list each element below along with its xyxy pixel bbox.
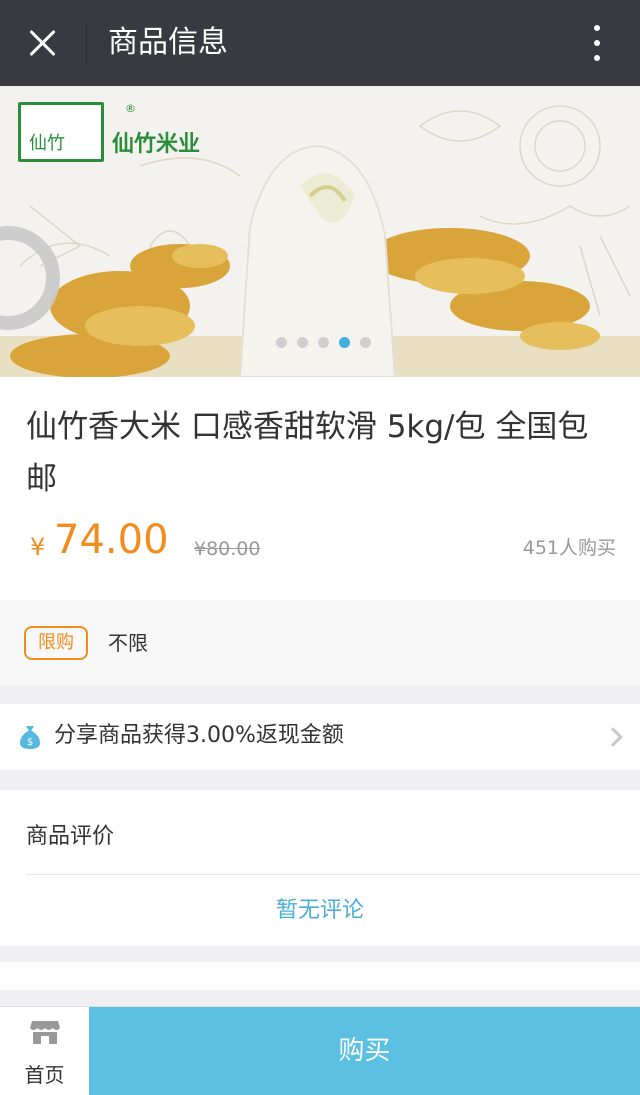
sold-count: 451人购买 [522,537,616,559]
currency-symbol: ¥ [30,533,46,561]
bottom-bar: 首页 购买 [0,1006,640,1095]
product-title: 仙竹香大米 口感香甜软滑 5kg/包 全国包邮 [26,409,589,497]
shop-icon [30,1021,60,1044]
current-price: 74.00 [54,517,169,563]
original-price: ¥80.00 [194,538,261,560]
carousel-dot-active[interactable] [339,337,350,348]
chevron-right-icon [603,727,623,747]
purchase-limit: 限购 不限 [0,600,640,686]
limit-value: 不限 [108,631,148,655]
home-button[interactable]: 首页 [0,1007,89,1095]
divider [26,874,640,875]
brand-mark-text: 仙竹 [29,133,65,153]
reviews-section: 商品评价 暂无评论 [0,790,640,946]
money-bag-icon: $ [20,726,40,749]
brand-mark: 仙竹 [18,102,104,162]
share-text: 分享商品获得3.00%返现金额 [54,723,344,748]
reviews-title: 商品评价 [26,824,115,849]
brand-logo: 仙竹 仙竹米业 ® [18,102,200,162]
limit-badge: 限购 [24,626,88,660]
carousel-dot[interactable] [360,337,371,348]
more-vertical-icon[interactable] [580,22,614,64]
close-icon[interactable] [22,22,64,64]
brand-name: 仙竹米业 [112,132,201,157]
page-title: 商品信息 [108,25,228,60]
carousel-dot[interactable] [297,337,308,348]
no-reviews-text: 暂无评论 [275,898,364,923]
divider [86,22,87,64]
share-cashback-row[interactable]: $ 分享商品获得3.00%返现金额 [0,704,640,770]
svg-text:$: $ [27,737,33,748]
carousel-dots [276,337,381,348]
carousel-dot[interactable] [318,337,329,348]
product-image-carousel[interactable]: 仙竹 仙竹米业 ® [0,86,640,377]
registered-mark: ® [125,102,136,115]
home-label: 首页 [24,1063,65,1087]
spacer [0,962,640,990]
price-row: ¥ 74.00 ¥80.00 451人购买 [26,517,616,567]
product-info: 仙竹香大米 口感香甜软滑 5kg/包 全国包邮 ¥ 74.00 ¥80.00 4… [0,377,640,600]
buy-button[interactable]: 购买 [89,1007,640,1095]
carousel-dot[interactable] [276,337,287,348]
top-bar: 商品信息 [0,0,640,86]
